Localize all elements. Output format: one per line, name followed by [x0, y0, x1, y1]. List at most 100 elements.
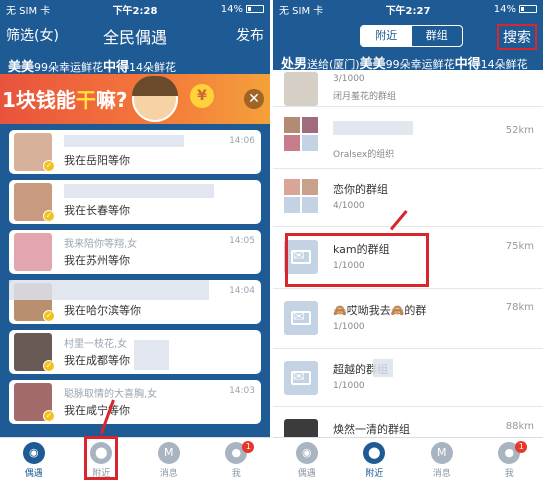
page-title: 全民偶遇 — [102, 28, 167, 47]
redaction-blur — [333, 121, 413, 135]
timestamp: 14:06 — [229, 136, 255, 146]
segmented-control: 附近 群组 — [360, 25, 463, 47]
tab-me[interactable]: ● 我 1 — [203, 438, 271, 482]
tab-encounter[interactable]: ◉ 偶遇 — [273, 438, 341, 482]
redaction-blur — [9, 280, 209, 300]
member-count: 1/1000 — [333, 381, 365, 391]
close-icon[interactable]: ✕ — [244, 89, 264, 109]
tab-label: 偶遇 — [297, 468, 316, 479]
tab-encounter[interactable]: ◉ 偶遇 — [0, 438, 68, 482]
user-name: 我来陪你等翔,女 — [64, 239, 138, 250]
member-count: 4/1000 — [333, 201, 365, 211]
banner-text: 1块钱能干嘛? — [2, 84, 128, 113]
message-icon: M — [157, 441, 180, 464]
vip-badge-icon: ✓ — [43, 360, 55, 372]
user-message: 我在咸宁等你 — [64, 404, 130, 417]
segment-group[interactable]: 群组 — [412, 26, 463, 46]
list-item[interactable]: 🙈哎呦我去🙈的群 1/1000 78km — [273, 289, 543, 349]
nav-bar: 筛选(女) 全民偶遇 发布 — [0, 18, 270, 52]
distance-label: 75km — [505, 241, 534, 252]
list-item[interactable]: 3/1000 闭月羞花的群组 — [273, 70, 543, 107]
group-avatar — [284, 301, 318, 335]
left-screen: 无 SIM 卡 下午2:28 14% 筛选(女) 全民偶遇 发布 美美99朵幸运… — [0, 0, 270, 482]
search-button[interactable]: 搜索 — [497, 24, 537, 50]
battery-icon — [246, 5, 264, 13]
group-avatar — [284, 117, 318, 151]
distance-label: 88km — [505, 421, 534, 432]
redaction-blur — [64, 135, 184, 147]
list-item[interactable]: ✓ 我在岳阳等你 14:06 — [9, 130, 261, 174]
cartoon-face-icon — [132, 76, 178, 122]
list-item[interactable]: 恋你的群组 4/1000 — [273, 169, 543, 227]
globe-icon: ◉ — [295, 441, 318, 464]
list-item[interactable]: 焕然一清的群组 88km — [273, 407, 543, 437]
tab-messages[interactable]: M 消息 — [135, 438, 203, 482]
mail-icon — [291, 369, 311, 385]
list-item[interactable]: Oralsex的组织 52km — [273, 107, 543, 169]
notification-badge: 1 — [242, 441, 255, 453]
vip-badge-icon: ✓ — [43, 210, 55, 222]
tab-me[interactable]: ● 我 1 — [476, 438, 543, 482]
banner-pre: 1块钱能 — [2, 88, 76, 112]
publish-button[interactable]: 发布 — [236, 25, 264, 45]
user-message: 我在哈尔滨等你 — [64, 304, 141, 317]
status-bar: 无 SIM 卡 下午2:28 14% — [0, 0, 270, 18]
status-bar: 无 SIM 卡 下午2:27 14% — [273, 0, 543, 18]
tab-label: 附近 — [365, 468, 384, 479]
ticker-name: 美美 — [8, 60, 35, 74]
list-item[interactable]: 超越的群组 1/1000 — [273, 349, 543, 407]
tab-label: 消息 — [432, 468, 451, 479]
list-item[interactable]: 我来陪你等翔,女 我在苏州等你 14:05 — [9, 230, 261, 274]
redaction-blur — [64, 184, 214, 198]
right-screen: 无 SIM 卡 下午2:27 14% 附近 群组 搜索 处男送给(厦门)美美99… — [273, 0, 543, 482]
tab-bar: ◉ 偶遇 ⬤ 附近 M 消息 ● 我 1 — [273, 437, 543, 482]
group-avatar — [284, 72, 318, 106]
ticker-gift: 99朵幸运鲜花 — [34, 61, 104, 74]
mail-icon — [291, 309, 311, 325]
notification-badge: 1 — [515, 441, 528, 453]
avatar — [14, 233, 52, 271]
list-item[interactable]: ✓ 我在哈尔滨等你 14:04 — [9, 280, 261, 324]
group-description: Oralsex的组织 — [333, 150, 395, 160]
tab-nearby[interactable]: ⬤ 附近 — [341, 438, 409, 482]
ticker-highlight: 中得 — [103, 60, 130, 74]
user-message: 我在岳阳等你 — [64, 154, 130, 167]
group-avatar — [284, 419, 318, 437]
location-pin-icon: ⬤ — [363, 441, 386, 464]
coin-icon: ¥ — [190, 84, 214, 108]
banner-highlight: 干 — [75, 88, 96, 112]
tab-messages[interactable]: M 消息 — [408, 438, 476, 482]
timestamp: 14:04 — [229, 286, 255, 296]
group-avatar — [284, 179, 318, 213]
group-name: 🙈哎呦我去🙈的群 — [333, 304, 427, 317]
group-name: 焕然一清的群组 — [333, 423, 410, 436]
tab-bar: ◉ 偶遇 ⬤ 附近 M 消息 ● 我 1 — [0, 437, 270, 482]
user-message: 我在成都等你 — [64, 354, 130, 367]
vip-badge-icon: ✓ — [43, 410, 55, 422]
tab-label: 消息 — [159, 468, 178, 479]
distance-label: 52km — [505, 125, 534, 136]
clock: 下午2:27 — [385, 5, 431, 17]
tab-label: 我 — [504, 468, 514, 479]
list-item[interactable]: ✓ 我在长春等你 — [9, 180, 261, 224]
user-name: 聪脉取情的大喜胸,女 — [64, 389, 158, 400]
tab-label: 我 — [231, 468, 241, 479]
segment-nearby[interactable]: 附近 — [361, 26, 412, 46]
battery-icon — [519, 5, 537, 13]
globe-icon: ◉ — [22, 441, 45, 464]
ticker-tail: 14朵鲜花 — [129, 61, 177, 74]
highlight-box-group — [285, 233, 429, 287]
tab-label: 偶遇 — [24, 468, 43, 479]
list-item[interactable]: ✓ 聪脉取情的大喜胸,女 我在咸宁等你 14:03 — [9, 380, 261, 424]
vip-badge-icon: ✓ — [43, 160, 55, 172]
list-item[interactable]: ✓ 村里一枝花,女 我在成都等你 — [9, 330, 261, 374]
distance-label: 78km — [505, 302, 534, 313]
encounter-feed: ✓ 我在岳阳等你 14:06 ✓ 我在长春等你 我来陪你等翔,女 我在苏州等你 … — [0, 124, 270, 437]
timestamp: 14:03 — [229, 386, 255, 396]
timestamp: 14:05 — [229, 236, 255, 246]
redaction-blur — [134, 340, 169, 370]
redaction-blur — [373, 359, 393, 377]
group-avatar — [284, 361, 318, 395]
promo-banner[interactable]: 1块钱能干嘛? ¥ ✕ — [0, 74, 270, 124]
header: 无 SIM 卡 下午2:27 14% 附近 群组 搜索 处男送给(厦门)美美99… — [273, 0, 543, 72]
